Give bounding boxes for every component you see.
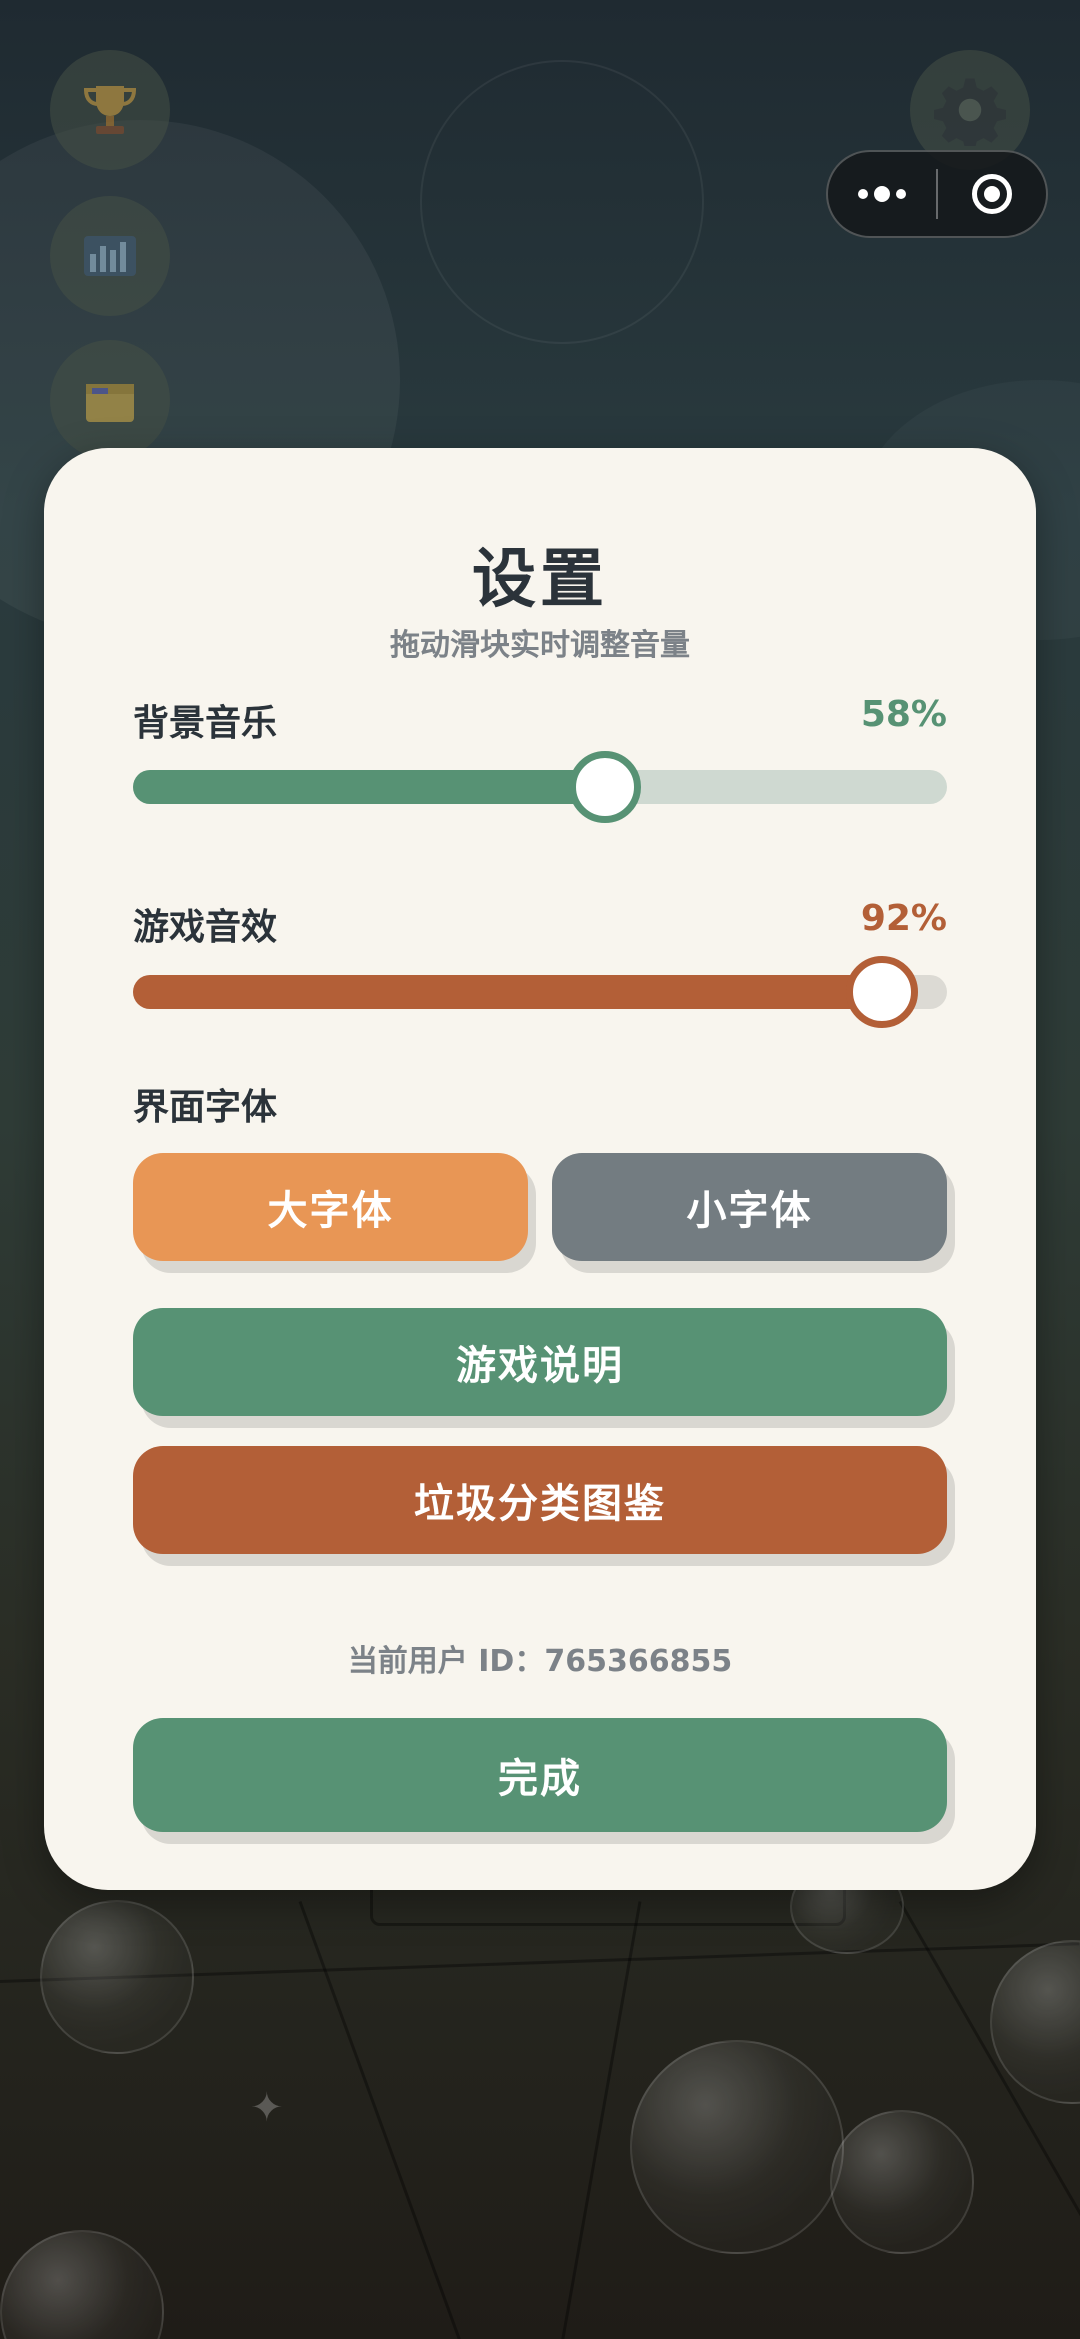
sfx-slider-fill xyxy=(133,975,882,1009)
bubble xyxy=(0,2230,164,2339)
gear-icon xyxy=(934,78,1006,146)
close-miniprogram-button[interactable] xyxy=(938,152,1046,236)
bubble xyxy=(40,1900,194,2054)
music-slider-fill xyxy=(133,770,606,804)
music-volume-slider[interactable] xyxy=(133,751,947,823)
sfx-value: 92% xyxy=(860,898,947,939)
settings-dialog: 设置 拖动滑块实时调整音量 背景音乐 58% 游戏音效 92% 界面字体 大字体… xyxy=(44,448,1036,1890)
miniprogram-capsule xyxy=(826,150,1048,238)
floor-line xyxy=(548,1901,642,2339)
sfx-slider-thumb[interactable] xyxy=(845,956,918,1028)
sfx-label: 游戏音效 xyxy=(133,907,278,948)
font-label: 界面字体 xyxy=(133,1087,278,1128)
target-close-icon xyxy=(972,174,1012,214)
dialog-title: 设置 xyxy=(472,543,608,617)
small-font-button[interactable]: 小字体 xyxy=(552,1153,947,1261)
more-dots-icon xyxy=(858,186,906,202)
background-shape xyxy=(420,60,704,344)
music-label: 背景音乐 xyxy=(133,703,278,744)
dialog-subtitle: 拖动滑块实时调整音量 xyxy=(390,628,690,663)
trophy-button[interactable] xyxy=(50,50,170,170)
chart-icon xyxy=(84,236,136,276)
bubble xyxy=(830,2110,974,2254)
box-button[interactable] xyxy=(50,340,170,460)
large-font-button[interactable]: 大字体 xyxy=(133,1153,528,1261)
sparkle-icon: ✦ xyxy=(250,2085,284,2131)
sfx-volume-slider[interactable] xyxy=(133,956,947,1028)
bubble xyxy=(630,2040,844,2254)
box-icon xyxy=(86,384,134,422)
ranking-button[interactable] xyxy=(50,196,170,316)
game-guide-button[interactable]: 游戏说明 xyxy=(133,1308,947,1416)
garbage-catalog-button[interactable]: 垃圾分类图鉴 xyxy=(133,1446,947,1554)
music-value: 58% xyxy=(860,694,947,735)
done-button[interactable]: 完成 xyxy=(133,1718,947,1832)
trophy-icon xyxy=(83,86,137,134)
music-slider-thumb[interactable] xyxy=(569,751,642,823)
user-id-text: 当前用户 ID：765366855 xyxy=(347,1644,733,1679)
more-button[interactable] xyxy=(828,152,936,236)
